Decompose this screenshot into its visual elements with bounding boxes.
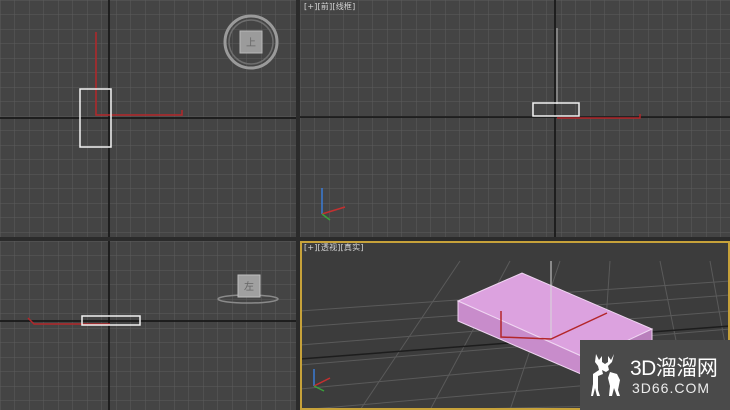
front-view-canvas[interactable] [300, 0, 730, 237]
watermark-logo: 3D溜溜网 3D66.COM [580, 340, 730, 410]
grid [300, 0, 730, 237]
viewport-plus-menu[interactable]: [+] [304, 243, 318, 252]
grid [0, 241, 296, 410]
watermark-url: 3D66.COM [632, 380, 711, 396]
viewcube-left-face: 左 [244, 280, 254, 293]
deer-logo-icon [591, 354, 620, 396]
viewcube-top-face: 上 [246, 37, 256, 49]
viewport-layout: 上 [+][前][线框] 左 [+][透视][真实] 3D溜溜网 3D66.CO… [0, 0, 730, 410]
viewport-left[interactable]: 左 [0, 241, 296, 410]
viewport-front[interactable]: [+][前][线框] [300, 0, 730, 237]
top-view-canvas[interactable]: 上 [0, 0, 296, 237]
viewport-view-menu[interactable]: [前] [318, 2, 333, 11]
watermark-title: 3D溜溜网 [630, 357, 718, 380]
viewport-shading-menu[interactable]: [真实] [341, 243, 364, 252]
viewport-shading-menu[interactable]: [线框] [332, 2, 355, 11]
viewport-view-menu[interactable]: [透视] [318, 243, 341, 252]
viewport-top[interactable]: 上 [0, 0, 296, 237]
viewport-label-front: [+][前][线框] [304, 1, 355, 12]
viewport-plus-menu[interactable]: [+] [304, 2, 318, 11]
left-view-canvas[interactable]: 左 [0, 241, 296, 410]
viewport-label-perspective: [+][透视][真实] [304, 242, 364, 253]
